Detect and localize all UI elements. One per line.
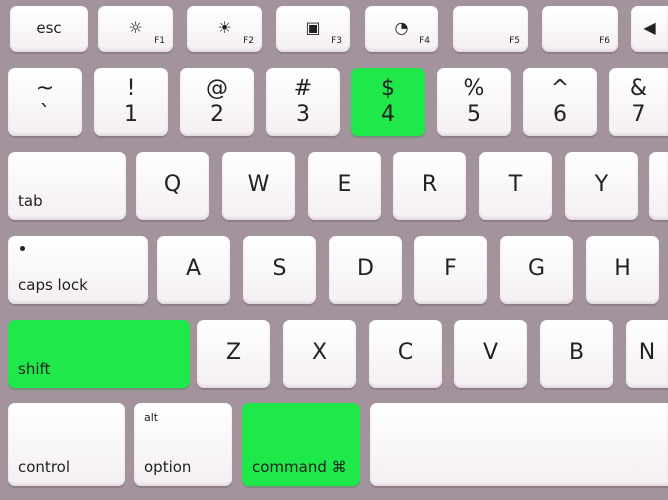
key-label: 5 [467,102,481,127]
key-shift-label: & [629,76,648,101]
key-D[interactable]: D [329,236,402,304]
brightness-down-icon: ☼ [128,18,143,37]
caps-lock-indicator [20,246,25,251]
key-label: tab [18,192,43,210]
key-shift[interactable]: shift [8,320,190,388]
key-5[interactable]: % 5 [437,68,511,136]
key-label: D [357,256,374,281]
key-label: N [638,340,656,365]
key-W[interactable]: W [222,152,295,220]
mission-control-icon: ▣ [305,18,321,37]
key-label: 3 [296,102,310,127]
key-label: 4 [381,102,395,127]
key-shift-label: # [293,76,313,101]
key-label: W [247,172,270,197]
keyboard: esc ☼ F1 ☀ F2 ▣ F3 ◔ F4 F5 F6 ◀ ~ `! 1 @2 #3 $4% 5 ^ 6 & 7 tab Q… [0,0,668,500]
key-shift-label: ~ [35,76,55,101]
key-2[interactable]: @2 [180,68,254,136]
key-next[interactable] [649,152,668,220]
rewind-icon: ◀ [643,18,656,37]
key-fn-3[interactable]: ▣ F3 [276,6,350,52]
key-G[interactable]: G [500,236,573,304]
key-label: A [185,256,202,281]
key-label: C [397,340,414,365]
key-label: S [272,256,287,281]
key-label: E [337,172,352,197]
key-sublabel: F2 [243,36,254,46]
key-label: control [18,458,70,476]
key-7[interactable]: & 7 [609,68,668,136]
key-label: esc [36,19,62,37]
key-`[interactable]: ~ ` [8,68,82,136]
key-sublabel: F3 [331,36,342,46]
key-C[interactable]: C [369,320,442,388]
key-tab[interactable]: tab [8,152,126,220]
key-fn-5[interactable]: F5 [453,6,528,52]
key-label: option [144,458,192,476]
key-Y[interactable]: Y [565,152,638,220]
dashboard-icon: ◔ [394,18,409,37]
key-label: 7 [631,102,646,127]
key-label: X [311,340,328,365]
key-A[interactable]: A [157,236,230,304]
key-fn-6[interactable]: F6 [542,6,618,52]
key-R[interactable]: R [393,152,466,220]
key-label: T [508,172,523,197]
key-1[interactable]: ! 1 [94,68,168,136]
brightness-up-icon: ☀ [217,18,232,37]
key-option[interactable]: alt option [134,403,232,486]
key-label: 6 [553,102,567,127]
key-label: Y [594,172,609,197]
key-shift-label: $ [381,76,395,101]
key-H[interactable]: H [586,236,659,304]
key-control[interactable]: control [8,403,125,486]
key-label: command ⌘ [252,458,347,476]
key-S[interactable]: S [243,236,316,304]
key-fn-1[interactable]: ☼ F1 [98,6,173,52]
key-T[interactable]: T [479,152,552,220]
key-label: ` [39,102,51,127]
key-command[interactable]: command ⌘ [242,403,360,486]
key-6[interactable]: ^ 6 [523,68,597,136]
key-V[interactable]: V [454,320,527,388]
key-4[interactable]: $4 [351,68,425,136]
key-label: Z [225,340,242,365]
key-N[interactable]: N [626,320,668,388]
key-fn-7[interactable]: ◀ [631,6,668,52]
key-fn-2[interactable]: ☀ F2 [187,6,262,52]
key-Z[interactable]: Z [197,320,270,388]
key-sublabel: F5 [509,36,520,46]
key-label: 1 [124,102,138,127]
key-E[interactable]: E [308,152,381,220]
key-shift-label: ^ [550,76,570,101]
key-fn-0[interactable]: esc [10,6,88,52]
key-label: R [421,172,438,197]
key-shift-label: @ [206,76,228,101]
key-Q[interactable]: Q [136,152,209,220]
key-space[interactable] [370,403,668,486]
key-sublabel: F6 [599,36,610,46]
key-label: Q [163,172,182,197]
key-label: H [614,256,631,281]
key-sublabel: alt [144,411,159,424]
key-label: V [482,340,499,365]
key-B[interactable]: B [540,320,613,388]
key-label: caps lock [18,276,88,294]
key-sublabel: F4 [419,36,430,46]
key-label: F [444,256,457,281]
key-caps-lock[interactable]: caps lock [8,236,148,304]
key-label: 2 [210,102,224,127]
key-sublabel: F1 [154,36,165,46]
key-3[interactable]: #3 [266,68,340,136]
key-F[interactable]: F [414,236,487,304]
key-label: B [568,340,585,365]
key-X[interactable]: X [283,320,356,388]
key-shift-label: % [463,76,485,101]
key-shift-label: ! [126,76,136,101]
key-label: G [527,256,546,281]
key-fn-4[interactable]: ◔ F4 [365,6,438,52]
key-label: shift [18,360,51,378]
